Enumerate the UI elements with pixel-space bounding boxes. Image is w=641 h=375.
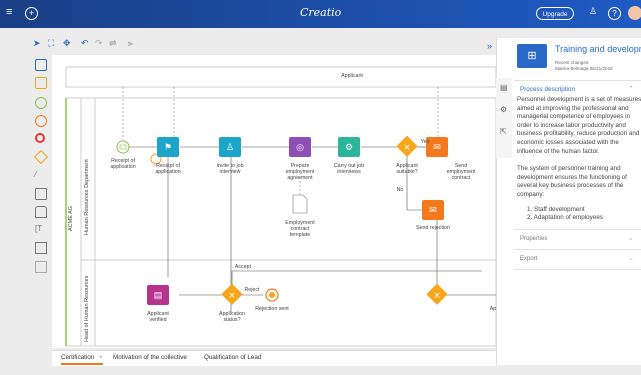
redo-icon[interactable]: ↷ xyxy=(95,38,103,49)
document-tool-icon[interactable] xyxy=(35,188,47,200)
chevron-down-icon[interactable]: ⌄ xyxy=(628,254,634,262)
divider xyxy=(514,80,641,81)
settings-icon[interactable]: ⚙ xyxy=(500,105,507,114)
pool-label-applicant: Applicant xyxy=(341,73,363,79)
panel-meta-label: Recent changes: xyxy=(555,60,590,65)
export-icon[interactable]: ⇱ xyxy=(500,127,507,136)
section-properties[interactable]: Properties xyxy=(520,236,547,242)
tab-close-icon[interactable]: × xyxy=(99,354,103,361)
tab-certification[interactable]: Certification × xyxy=(61,354,103,365)
task-carry-out-job-interviews[interactable]: ⚙ xyxy=(338,137,360,157)
pool-label-company: ACME AG xyxy=(68,205,74,231)
lane-label-hr: Human Resources Department xyxy=(84,159,90,235)
label-rejection-sent: Rejection sent xyxy=(255,306,289,312)
diagram-canvas[interactable]: × × × Applicant ACME AG Human Resources … xyxy=(52,55,496,348)
section-export[interactable]: Export xyxy=(520,256,537,262)
lane-label-head-hr: Head of Human Resources xyxy=(84,275,90,342)
label-applicant-verified: Applicant verified xyxy=(147,311,169,323)
intermediate-event-tool-icon[interactable] xyxy=(35,115,47,127)
description-paragraph-2: The system of personnel training and dev… xyxy=(517,165,627,198)
label-accept: Accept xyxy=(234,264,252,270)
task-invite-to-job-interview[interactable]: ♙ xyxy=(219,137,241,157)
svg-text:×: × xyxy=(403,143,411,153)
brand-logo: Creatio xyxy=(300,6,342,19)
svg-text:×: × xyxy=(433,291,441,301)
chevron-down-icon[interactable]: ⌄ xyxy=(628,234,634,242)
flow-tool-icon[interactable]: ⁄ xyxy=(35,170,45,180)
menu-icon[interactable]: ≡ xyxy=(6,6,12,18)
divider xyxy=(514,249,641,250)
user-icon[interactable]: ♙ xyxy=(589,6,597,17)
align-icon[interactable]: ⇌ xyxy=(109,38,117,49)
annotation-tool-icon[interactable]: [T xyxy=(35,224,45,234)
label-send-contract: Send employment contract xyxy=(446,163,476,181)
tab-motivation[interactable]: Motivation of the collective xyxy=(113,354,187,361)
pan-icon[interactable]: ✥ xyxy=(63,38,71,49)
pool-tool-icon[interactable] xyxy=(35,59,47,71)
task-prepare-employment-agreement[interactable]: ◎ xyxy=(289,137,311,157)
gateway-tool-icon[interactable] xyxy=(33,149,49,165)
label-application-status: Application status? xyxy=(219,311,245,323)
divider xyxy=(514,269,641,270)
help-icon[interactable]: ? xyxy=(608,7,621,20)
lasso-icon[interactable]: ⛶ xyxy=(48,38,54,49)
description-list-item-2: 2. Adaptation of employees xyxy=(527,214,603,221)
chevron-up-icon[interactable]: ⌃ xyxy=(628,85,634,93)
avatar[interactable] xyxy=(628,6,641,20)
end-event-tool-icon[interactable] xyxy=(35,133,45,143)
user-task-tool-icon[interactable] xyxy=(35,77,47,89)
label-receipt-event: Receipt of application xyxy=(110,158,136,170)
label-receipt-task: Receipt of application xyxy=(155,163,181,175)
divider xyxy=(514,229,641,230)
label-applicant-suitable: Applicant suitable? xyxy=(396,163,418,175)
panel-meta-author: Marina Belmaga 05/21/2018 xyxy=(555,66,613,71)
label-carry-out: Carry out job interviews xyxy=(333,163,365,175)
top-bar: ≡ + Creatio Upgrade ♙ ? xyxy=(0,0,641,28)
label-prepare: Prepare employment agreement xyxy=(285,163,315,181)
lane-tool-icon[interactable] xyxy=(35,261,47,273)
data-store-tool-icon[interactable] xyxy=(35,206,47,218)
pointer-icon[interactable]: ➤ xyxy=(33,38,41,49)
document-icon[interactable]: ▤ xyxy=(500,83,508,92)
label-no: No xyxy=(396,187,404,193)
process-icon: ⊞ xyxy=(517,44,547,68)
add-icon[interactable]: + xyxy=(25,7,38,20)
panel-side-icons: ▤ ⚙ ⇱ xyxy=(496,78,512,158)
subprocess-tool-icon[interactable] xyxy=(35,242,47,254)
start-event-tool-icon[interactable] xyxy=(35,97,47,109)
description-paragraph-1: Personnel development is a set of measur… xyxy=(517,96,641,155)
distribute-icon[interactable]: ⫸ xyxy=(128,38,133,49)
process-tabs: Certification × Motivation of the collec… xyxy=(52,350,496,366)
label-reject: Reject xyxy=(244,287,260,293)
element-palette: ⁄ [T xyxy=(30,55,52,350)
panel-title: Training and development xyxy=(555,44,641,54)
label-send-rejection: Send rejection xyxy=(416,225,450,231)
task-receipt-of-application[interactable]: ⚑ xyxy=(157,137,179,157)
diagram-toolbar: ➤ ⛶ ✥ ↶ ↷ ⇌ ⫸ » xyxy=(30,38,496,54)
label-partial: Ap xyxy=(489,306,496,312)
undo-icon[interactable]: ↶ xyxy=(81,38,89,49)
svg-text:×: × xyxy=(228,291,236,301)
task-applicant-verified[interactable]: ▤ xyxy=(147,285,169,305)
label-document: Employment contract template xyxy=(285,220,315,238)
task-send-rejection[interactable]: ✉ xyxy=(422,200,444,220)
label-invite: Invite to job interview xyxy=(216,163,244,175)
tab-qualification[interactable]: Qualification of Lead xyxy=(204,354,261,361)
collapse-panel-icon[interactable]: » xyxy=(487,41,492,51)
tab-certification-label: Certification xyxy=(61,354,95,361)
section-process-description[interactable]: Process description xyxy=(520,86,575,93)
label-yes: Yes xyxy=(420,139,430,145)
upgrade-button[interactable]: Upgrade xyxy=(536,7,574,20)
